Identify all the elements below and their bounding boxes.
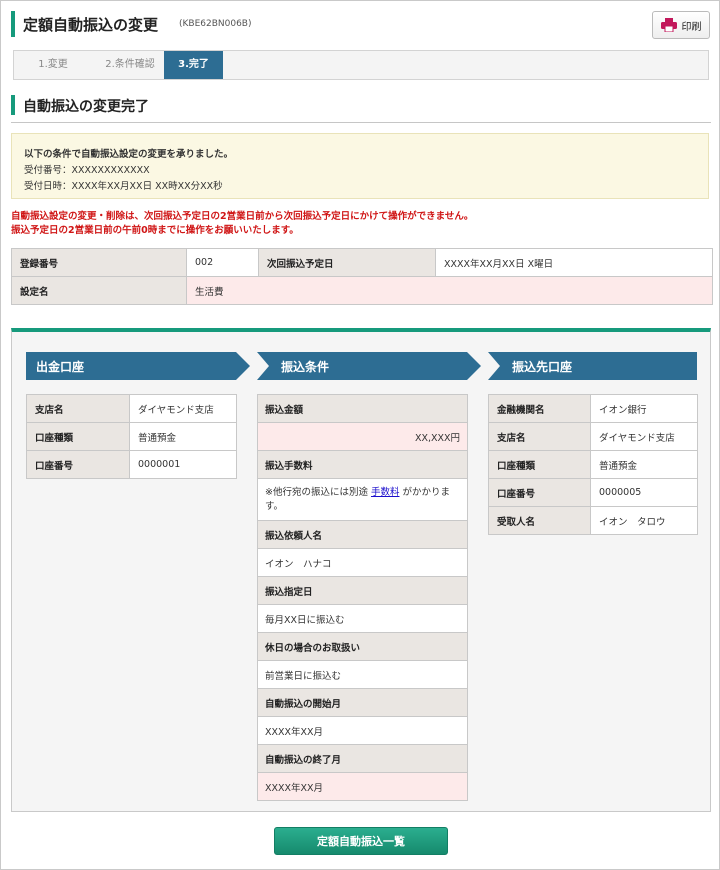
conditions-heading-text: 振込条件 xyxy=(281,360,330,374)
source-number-label: 口座番号 xyxy=(26,450,130,479)
page-code: (KBE62BN006B) xyxy=(179,19,252,29)
printer-icon xyxy=(660,18,677,32)
conditions-heading: 振込条件 xyxy=(257,352,481,380)
dest-branch-label: 支店名 xyxy=(488,422,591,451)
warning-line-1: 自動振込設定の変更・削除は、次回振込予定日の2営業日前から次回振込予定日にかけて… xyxy=(11,211,474,222)
reg-no-value: 002 xyxy=(186,248,259,277)
table-row: 金融機関名 イオン銀行 xyxy=(488,394,698,423)
reg-no-label: 登録番号 xyxy=(11,248,187,277)
dest-type-value: 普通預金 xyxy=(590,450,698,479)
amount-label: 振込金額 xyxy=(258,395,467,423)
source-number-value: 0000001 xyxy=(129,450,237,479)
table-row: 口座種類 普通預金 xyxy=(26,422,237,451)
end-month-value: XXXX年XX月 xyxy=(258,773,467,801)
dest-branch-value: ダイヤモンド支店 xyxy=(590,422,698,451)
source-branch-value: ダイヤモンド支店 xyxy=(129,394,237,423)
table-row: 口座種類 普通預金 xyxy=(488,450,698,479)
fee-note: ※他行宛の振込には別途 手数料 がかかります。 xyxy=(258,479,467,521)
section-accent-bar xyxy=(11,95,15,115)
source-heading-text: 出金口座 xyxy=(36,360,85,374)
transfer-date-value: 毎月XX日に振込む xyxy=(258,605,467,633)
dest-type-label: 口座種類 xyxy=(488,450,591,479)
dest-bank-value: イオン銀行 xyxy=(590,394,698,423)
recipient-label: 受取人名 xyxy=(488,506,591,535)
source-type-label: 口座種類 xyxy=(26,422,130,451)
warning-text: 自動振込設定の変更・削除は、次回振込予定日の2営業日前から次回振込予定日にかけて… xyxy=(11,210,711,238)
source-account-table: 支店名 ダイヤモンド支店 口座種類 普通預金 口座番号 0000001 xyxy=(26,394,237,479)
holiday-label: 休日の場合のお取扱い xyxy=(258,633,467,661)
registration-info-table: 登録番号 002 次回振込予定日 XXXX年XX月XX日 X曜日 設定名 生活費 xyxy=(11,248,713,305)
section-title: 自動振込の変更完了 xyxy=(23,99,149,115)
transfer-date-label: 振込指定日 xyxy=(258,577,467,605)
print-button[interactable]: 印刷 xyxy=(652,11,710,39)
conditions-list: 振込金額 XX,XXX円 振込手数料 ※他行宛の振込には別途 手数料 がかかりま… xyxy=(257,394,468,801)
table-row: 受取人名 イオン タロウ xyxy=(488,506,698,535)
receipt-datetime: 受付日時：XXXX年XX月XX日 XX時XX分XX秒 xyxy=(24,181,223,192)
transfer-list-button[interactable]: 定額自動振込一覧 xyxy=(274,827,448,855)
table-row: 口座番号 0000001 xyxy=(26,450,237,479)
completion-notice: 以下の条件で自動振込設定の変更を承りました。 受付番号：XXXXXXXXXXXX… xyxy=(11,133,709,199)
table-row: 設定名 生活費 xyxy=(11,276,713,305)
next-date-label: 次回振込予定日 xyxy=(258,248,436,277)
end-month-label: 自動振込の終了月 xyxy=(258,745,467,773)
dest-number-label: 口座番号 xyxy=(488,478,591,507)
dest-number-value: 0000005 xyxy=(590,478,698,507)
dest-account-heading: 振込先口座 xyxy=(488,352,697,380)
fee-link[interactable]: 手数料 xyxy=(371,487,400,498)
step-3-current: 3.完了 xyxy=(164,51,223,79)
page-header: 定額自動振込の変更 (KBE62BN006B) 印刷 xyxy=(11,11,710,39)
start-month-value: XXXX年XX月 xyxy=(258,717,467,745)
transfer-detail-panel: 出金口座 振込条件 振込先口座 支店名 ダイヤモンド支店 口座種類 普通預金 口… xyxy=(11,328,711,812)
page-frame: 定額自動振込の変更 (KBE62BN006B) 印刷 1.変更 2.条件確認 3… xyxy=(0,0,720,870)
start-month-label: 自動振込の開始月 xyxy=(258,689,467,717)
next-date-value: XXXX年XX月XX日 X曜日 xyxy=(435,248,713,277)
amount-value: XX,XXX円 xyxy=(258,423,467,451)
page-title: 定額自動振込の変更 xyxy=(23,16,159,34)
fee-note-prefix: ※他行宛の振込には別途 xyxy=(265,487,371,498)
receipt-number: 受付番号：XXXXXXXXXXXX xyxy=(24,165,150,176)
table-row: 支店名 ダイヤモンド支店 xyxy=(488,422,698,451)
table-row: 登録番号 002 次回振込予定日 XXXX年XX月XX日 X曜日 xyxy=(11,248,713,277)
holiday-value: 前営業日に振込む xyxy=(258,661,467,689)
dest-heading-text: 振込先口座 xyxy=(512,360,573,374)
title-accent-bar xyxy=(11,11,15,37)
step-1: 1.変更 xyxy=(38,59,68,70)
setting-name-label: 設定名 xyxy=(11,276,187,305)
setting-name-value: 生活費 xyxy=(186,276,713,305)
source-type-value: 普通預金 xyxy=(129,422,237,451)
dest-bank-label: 金融機関名 xyxy=(488,394,591,423)
section-heading: 自動振込の変更完了 xyxy=(11,93,711,123)
requester-value: イオン ハナコ xyxy=(258,549,467,577)
requester-label: 振込依頼人名 xyxy=(258,521,467,549)
step-2: 2.条件確認 xyxy=(105,59,155,70)
source-account-heading: 出金口座 xyxy=(26,352,250,380)
warning-line-2: 振込予定日の2営業日前の午前0時までに操作をお願いいたします。 xyxy=(11,225,299,236)
table-row: 口座番号 0000005 xyxy=(488,478,698,507)
fee-label: 振込手数料 xyxy=(258,451,467,479)
table-row: 支店名 ダイヤモンド支店 xyxy=(26,394,237,423)
notice-message: 以下の条件で自動振込設定の変更を承りました。 xyxy=(24,149,234,160)
source-branch-label: 支店名 xyxy=(26,394,130,423)
dest-account-table: 金融機関名 イオン銀行 支店名 ダイヤモンド支店 口座種類 普通預金 口座番号 … xyxy=(488,394,698,535)
print-label: 印刷 xyxy=(681,21,702,33)
step-indicator: 1.変更 2.条件確認 3.完了 xyxy=(13,50,709,80)
recipient-value: イオン タロウ xyxy=(590,506,698,535)
